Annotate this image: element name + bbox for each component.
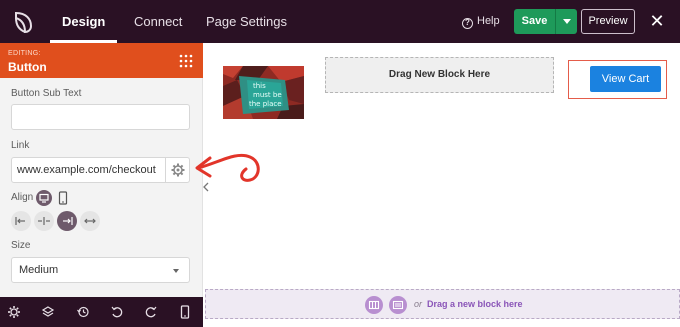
top-bar: Design Connect Page Settings ? Help Save … xyxy=(0,0,680,43)
save-dropdown-button[interactable] xyxy=(555,9,577,34)
sub-text-input[interactable] xyxy=(11,104,190,130)
redo-icon[interactable] xyxy=(144,305,158,319)
align-full-icon xyxy=(84,218,96,224)
help-icon: ? xyxy=(462,18,473,29)
drag-new-block-label: Drag New Block Here xyxy=(388,69,491,80)
preview-label: Preview xyxy=(588,15,628,27)
view-cart-label: View Cart xyxy=(601,73,650,85)
drop-new-block-bar[interactable]: or Drag a new block here xyxy=(205,289,680,319)
desktop-icon[interactable] xyxy=(36,190,52,206)
link-settings-button[interactable] xyxy=(165,158,189,182)
help-label: Help xyxy=(477,15,500,27)
help-button[interactable]: ? Help xyxy=(462,0,500,43)
align-left-icon xyxy=(15,217,25,225)
chevron-down-icon xyxy=(173,269,179,273)
undo-icon[interactable] xyxy=(110,305,124,319)
grid-icon[interactable] xyxy=(179,54,193,68)
seedprod-logo-icon[interactable] xyxy=(10,9,36,35)
mobile-preview-icon[interactable] xyxy=(178,305,192,319)
panel-header: EDITING: Button xyxy=(0,43,203,78)
settings-panel: EDITING: Button Button Sub Text Link www… xyxy=(0,43,203,327)
template-icon[interactable] xyxy=(389,296,407,314)
gear-icon[interactable] xyxy=(7,305,21,319)
columns-icon[interactable] xyxy=(365,296,383,314)
align-full-button[interactable] xyxy=(80,211,100,231)
align-left-button[interactable] xyxy=(11,211,31,231)
editing-label: EDITING: xyxy=(8,50,41,57)
sub-text-label: Button Sub Text xyxy=(11,88,82,99)
drop-or-label: or xyxy=(414,299,423,309)
view-cart-button[interactable]: View Cart xyxy=(590,66,661,92)
align-center-button[interactable] xyxy=(34,211,54,231)
history-icon[interactable] xyxy=(76,305,90,319)
panel-title: Button xyxy=(8,60,47,74)
save-button[interactable]: Save xyxy=(514,9,555,34)
size-select[interactable]: Medium xyxy=(11,257,190,283)
content-image[interactable]: this must be the place xyxy=(223,66,304,119)
mobile-icon[interactable] xyxy=(56,191,70,205)
link-label: Link xyxy=(11,140,30,151)
align-center-icon xyxy=(38,217,50,225)
tab-design[interactable]: Design xyxy=(49,0,118,43)
close-icon[interactable]: ✕ xyxy=(648,10,666,32)
drag-new-block-zone[interactable]: Drag New Block Here xyxy=(325,57,554,93)
layers-icon[interactable] xyxy=(41,305,55,319)
annotation-arrow-icon xyxy=(195,153,260,182)
size-value: Medium xyxy=(19,264,59,276)
neon-line-3: the place xyxy=(249,100,282,108)
align-right-icon xyxy=(63,217,73,225)
size-label: Size xyxy=(11,240,31,251)
link-value: www.example.com/checkout xyxy=(17,164,156,176)
neon-sign-image: this must be the place xyxy=(223,66,304,119)
link-input[interactable]: www.example.com/checkout xyxy=(11,157,190,183)
bottom-toolbar xyxy=(0,297,203,327)
drop-new-block-label: Drag a new block here xyxy=(427,299,523,309)
neon-line-2: must be xyxy=(253,91,282,99)
save-label: Save xyxy=(521,15,548,27)
tab-connect[interactable]: Connect xyxy=(134,0,182,43)
align-right-button[interactable] xyxy=(57,211,77,231)
align-label: Align xyxy=(11,192,34,203)
preview-button[interactable]: Preview xyxy=(581,9,635,34)
neon-line-1: this xyxy=(253,82,266,90)
gear-icon xyxy=(171,163,185,177)
tab-page-settings[interactable]: Page Settings xyxy=(206,0,287,43)
